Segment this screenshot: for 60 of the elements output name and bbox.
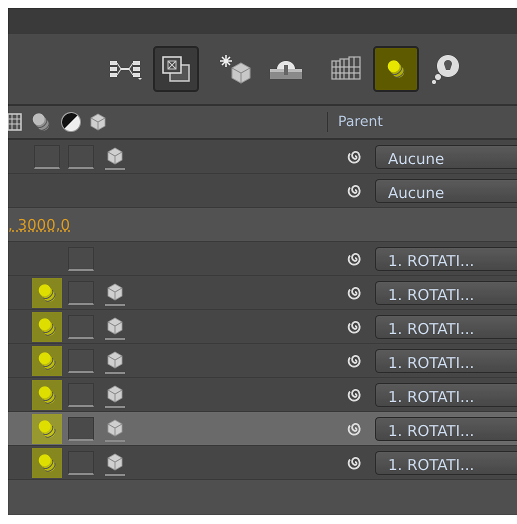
motion-blur-switch[interactable] — [32, 278, 62, 308]
parent-dropdown[interactable]: 1. ROTATI... — [375, 416, 517, 440]
adjustment-switch[interactable] — [68, 348, 94, 372]
pick-whip-icon[interactable] — [347, 454, 363, 470]
parent-dropdown[interactable]: Aucune — [375, 144, 517, 168]
layer-row[interactable]: Aucune — [8, 174, 517, 208]
cube-icon — [88, 112, 108, 132]
cube-icon — [105, 316, 125, 336]
layer-row[interactable]: Aucune — [8, 140, 517, 174]
property-value[interactable]: , 3000,0 — [8, 216, 70, 234]
lightbulb-bubble-icon — [431, 54, 461, 84]
parent-dropdown[interactable]: 1. ROTATI... — [375, 450, 517, 474]
parent-column-header: Parent — [327, 112, 517, 132]
parent-dropdown[interactable]: 1. ROTATI... — [375, 280, 517, 304]
cube-icon — [105, 452, 125, 472]
pick-whip-icon[interactable] — [347, 148, 363, 164]
layer-row[interactable]: 1. ROTATI... — [8, 242, 517, 276]
motion-blur-switch[interactable] — [34, 144, 60, 168]
toolbar-button[interactable] — [373, 46, 419, 92]
cube-icon — [105, 282, 125, 302]
light-cube-icon — [219, 54, 253, 84]
cube-icon — [105, 146, 125, 166]
adjustment-switch[interactable] — [68, 416, 94, 440]
adjustment-layer-icon — [60, 111, 82, 133]
motion-blur-switch[interactable] — [32, 380, 62, 410]
cube-icon — [105, 350, 125, 370]
adjustment-switch[interactable] — [68, 246, 94, 270]
pick-whip-icon[interactable] — [347, 386, 363, 402]
film-icon — [8, 112, 22, 132]
parent-dropdown[interactable]: 1. ROTATI... — [375, 348, 517, 372]
layer-row[interactable]: 1. ROTATI... — [8, 412, 517, 446]
adjustment-switch[interactable] — [68, 314, 94, 338]
pick-whip-icon[interactable] — [347, 284, 363, 300]
parent-dropdown[interactable]: 1. ROTATI... — [375, 382, 517, 406]
motion-blur-switch[interactable] — [32, 312, 62, 342]
layer-row[interactable]: 1. ROTATI... — [8, 378, 517, 412]
parent-dropdown[interactable]: Aucune — [375, 178, 517, 202]
motion-blur-switch[interactable] — [32, 346, 62, 376]
draft-3d-icon — [160, 54, 192, 84]
pick-whip-icon[interactable] — [347, 182, 363, 198]
flowchart-icon — [109, 58, 143, 80]
adjustment-switch[interactable] — [68, 450, 94, 474]
cube-icon — [105, 418, 125, 438]
adjustment-switch[interactable] — [68, 382, 94, 406]
layer-row[interactable]: 1. ROTATI... — [8, 310, 517, 344]
pick-whip-icon[interactable] — [347, 352, 363, 368]
motion-blur-switch[interactable] — [32, 414, 62, 444]
parent-dropdown[interactable]: 1. ROTATI... — [375, 246, 517, 270]
adjustment-switch[interactable] — [68, 280, 94, 304]
motion-blur-switch[interactable] — [32, 448, 62, 478]
adjustment-switch[interactable] — [68, 144, 94, 168]
pick-whip-icon[interactable] — [347, 420, 363, 436]
layer-row[interactable]: 1. ROTATI... — [8, 344, 517, 378]
pick-whip-icon[interactable] — [347, 318, 363, 334]
toolbar-button[interactable] — [153, 46, 199, 92]
layer-row[interactable]: 1. ROTATI... — [8, 276, 517, 310]
pick-whip-icon[interactable] — [347, 250, 363, 266]
cube-icon — [105, 384, 125, 404]
parent-dropdown[interactable]: 1. ROTATI... — [375, 314, 517, 338]
layer-row[interactable]: 1. ROTATI... — [8, 446, 517, 480]
